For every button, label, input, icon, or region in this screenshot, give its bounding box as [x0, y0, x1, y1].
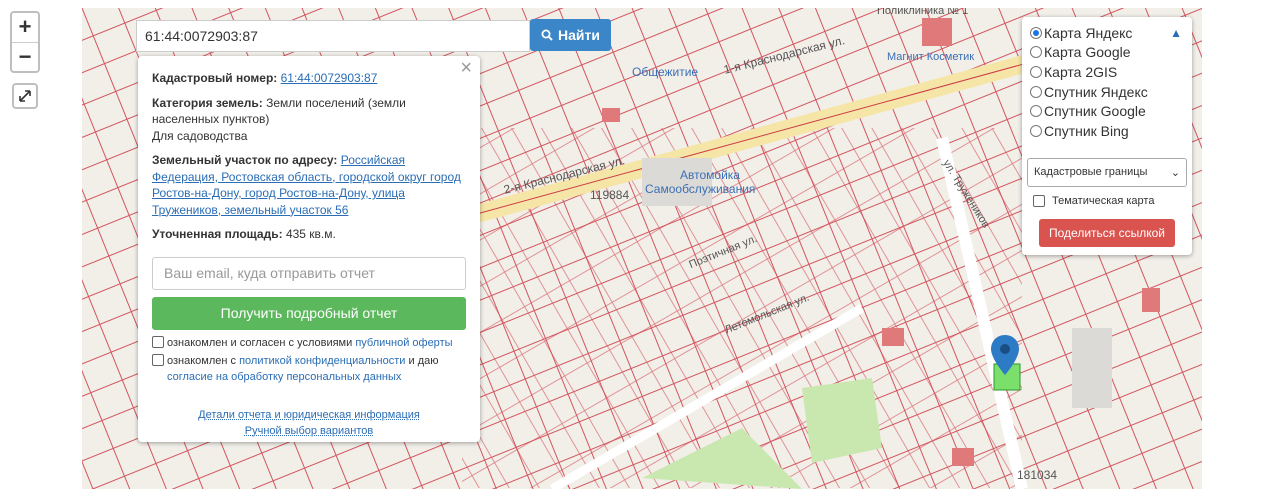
map-type-radio[interactable]	[1030, 124, 1042, 137]
map-type-option[interactable]: Карта 2GIS	[1030, 62, 1184, 82]
map-type-radio[interactable]	[1030, 105, 1042, 118]
map-type-label: Карта Google	[1044, 44, 1131, 61]
privacy-agreement-mid: и даю	[408, 355, 439, 367]
privacy-agreement-checkbox[interactable]	[152, 354, 164, 366]
map-type-label: Спутник Яндекс	[1044, 83, 1148, 100]
report-links: Детали отчета и юридическая информация Р…	[152, 407, 466, 439]
area-line: Уточненная площадь: 435 кв.м.	[152, 226, 466, 243]
address-line: Земельный участок по адресу: Российская …	[152, 152, 466, 218]
manual-selection-link[interactable]: Ручной выбор вариантов	[245, 425, 373, 437]
area-value: 435 кв.м.	[285, 227, 336, 241]
overlay-select-value: Кадастровые границы	[1034, 166, 1148, 179]
map-type-label: Спутник Google	[1044, 103, 1146, 120]
chevron-down-icon: ⌄	[1170, 166, 1180, 179]
map-type-option[interactable]: Спутник Яндекс	[1030, 82, 1184, 102]
offer-agreement-checkbox[interactable]	[152, 335, 164, 348]
map-poi-label: Самообслуживания	[645, 182, 756, 196]
map-type-list: Карта Яндекс Карта Google Карта 2GIS Спутни…	[1030, 23, 1184, 141]
area-label: Уточненная площадь:	[152, 227, 283, 241]
privacy-agreement-row: ознакомлен с политикой конфиденциальност…	[152, 354, 466, 385]
land-category-line: Категория земель: Земли поселений (земли…	[152, 95, 466, 145]
cadastral-search-input[interactable]: 61:44:0072903:87	[136, 20, 530, 52]
zoom-out-button[interactable]: −	[12, 42, 38, 71]
map-type-option[interactable]: Спутник Google	[1030, 101, 1184, 121]
privacy-agreement-text: ознакомлен с	[167, 355, 237, 367]
map-poi-label: Поликлиника № 1	[877, 8, 969, 17]
land-category-label: Категория земель:	[152, 95, 263, 110]
personal-data-consent-link[interactable]: согласие на обработку персональных данны…	[167, 371, 401, 383]
chevron-up-icon[interactable]: ▲	[1170, 26, 1182, 40]
fullscreen-button[interactable]	[12, 83, 38, 109]
map-parcel-number: 181034	[1017, 468, 1058, 482]
search-button[interactable]: Найти	[530, 19, 611, 51]
map-marker-icon[interactable]	[991, 335, 1019, 375]
close-icon[interactable]: ×	[460, 58, 472, 77]
overlay-select[interactable]: Кадастровые границы ⌄	[1027, 157, 1187, 187]
offer-agreement-row: ознакомлен и согласен с условиями публич…	[152, 335, 466, 352]
public-offer-link[interactable]: публичной оферты	[355, 337, 452, 349]
map-poi-label: Общежитие	[632, 65, 699, 79]
map-parcel-number: 119884	[590, 188, 630, 202]
search-button-label: Найти	[558, 27, 600, 43]
search-icon	[541, 29, 553, 41]
map-type-option[interactable]: Спутник Bing	[1030, 121, 1184, 141]
privacy-policy-link[interactable]: политикой конфиденциальности	[239, 355, 405, 367]
address-label: Земельный участок по адресу:	[152, 153, 338, 167]
parcel-info-popup: × Кадастровый номер: 61:44:0072903:87 Ка…	[138, 56, 480, 442]
fullscreen-icon	[19, 90, 31, 102]
map-type-radio[interactable]	[1030, 85, 1042, 98]
map-poi-label: Магнит Косметик	[887, 51, 975, 63]
thematic-map-label: Тематическая карта	[1052, 194, 1155, 207]
share-link-button[interactable]: Поделиться ссылкой	[1039, 218, 1175, 247]
zoom-in-button[interactable]: +	[12, 13, 38, 42]
layers-panel: ▲ Карта Яндекс Карта Google Карта 2GIS Спут…	[1022, 17, 1192, 255]
zoom-control: + −	[10, 11, 40, 73]
map-type-radio[interactable]	[1030, 65, 1042, 78]
cadastral-number-link[interactable]: 61:44:0072903:87	[281, 71, 378, 85]
cadastral-number-label: Кадастровый номер:	[152, 71, 278, 85]
map-type-label: Карта 2GIS	[1044, 63, 1118, 80]
map-type-option[interactable]: Карта Яндекс	[1030, 23, 1184, 43]
thematic-map-checkbox[interactable]	[1033, 194, 1045, 207]
report-details-link[interactable]: Детали отчета и юридическая информация	[198, 409, 420, 421]
map-type-radio[interactable]	[1030, 46, 1042, 59]
map-poi-label: Автомойка	[680, 168, 740, 182]
email-field[interactable]: Ваш email, куда отправить отчет	[152, 256, 466, 290]
cadastral-number-line: Кадастровый номер: 61:44:0072903:87	[152, 70, 466, 87]
map-type-label: Спутник Bing	[1044, 122, 1129, 139]
offer-agreement-text: ознакомлен и согласен с условиями	[167, 336, 353, 349]
land-use-value: Для садоводства	[152, 128, 248, 143]
map-type-label: Карта Яндекс	[1044, 24, 1133, 41]
thematic-map-row: Тематическая карта	[1030, 194, 1184, 207]
map-type-option[interactable]: Карта Google	[1030, 43, 1184, 63]
get-report-button[interactable]: Получить подробный отчет	[152, 296, 466, 330]
map-type-radio[interactable]	[1030, 26, 1042, 39]
